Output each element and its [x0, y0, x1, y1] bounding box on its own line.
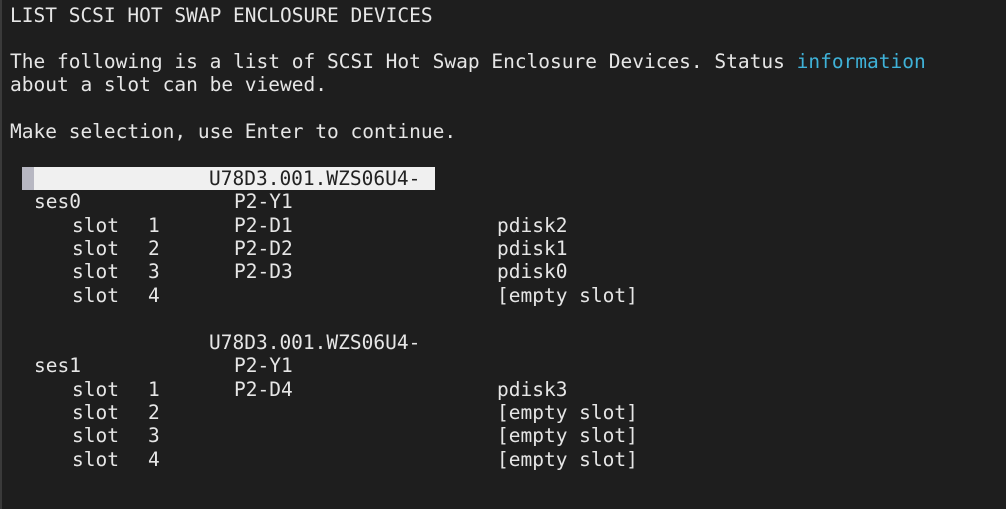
- slot-number: 1: [148, 214, 160, 237]
- slot-device: [empty slot]: [497, 284, 638, 307]
- slot-number: 2: [148, 401, 160, 424]
- information-link[interactable]: information: [797, 50, 926, 73]
- slot-number: 3: [148, 424, 160, 447]
- slot-label: slot: [72, 424, 119, 447]
- enclosure-0-location: U78D3.001.WZS06U4-: [209, 167, 421, 190]
- slot-label: slot: [72, 448, 119, 471]
- slot-location: P2-D3: [234, 260, 293, 283]
- description-line-2: about a slot can be viewed.: [10, 73, 327, 96]
- slot-location: P2-D1: [234, 214, 293, 237]
- terminal-window: LIST SCSI HOT SWAP ENCLOSURE DEVICES The…: [0, 0, 1006, 509]
- slot-label: slot: [72, 214, 119, 237]
- slot-number: 1: [148, 378, 160, 401]
- slot-location: P2-D2: [234, 237, 293, 260]
- slot-device: pdisk0: [497, 260, 568, 283]
- screen-title: LIST SCSI HOT SWAP ENCLOSURE DEVICES: [10, 4, 433, 27]
- slot-label: slot: [72, 237, 119, 260]
- slot-number: 4: [148, 448, 160, 471]
- slot-label: slot: [72, 284, 119, 307]
- enclosure-1-port: P2-Y1: [234, 354, 293, 377]
- enclosure-0-name[interactable]: ses0: [34, 190, 81, 213]
- enclosure-1-name[interactable]: ses1: [34, 354, 81, 377]
- instruction-text: Make selection, use Enter to continue.: [10, 120, 457, 143]
- slot-device: [empty slot]: [497, 424, 638, 447]
- slot-number: 2: [148, 237, 160, 260]
- slot-location: P2-D4: [234, 378, 293, 401]
- description-line-1: The following is a list of SCSI Hot Swap…: [10, 50, 926, 73]
- slot-device: [empty slot]: [497, 448, 638, 471]
- slot-number: 4: [148, 284, 160, 307]
- enclosure-0-port: P2-Y1: [234, 190, 293, 213]
- description-text: The following is a list of SCSI Hot Swap…: [10, 50, 797, 73]
- cursor-block: [22, 167, 34, 190]
- enclosure-0-selection-bar[interactable]: U78D3.001.WZS06U4-: [22, 167, 435, 190]
- slot-device: pdisk2: [497, 214, 568, 237]
- slot-device: pdisk3: [497, 378, 568, 401]
- slot-label: slot: [72, 378, 119, 401]
- slot-device: pdisk1: [497, 237, 568, 260]
- slot-label: slot: [72, 260, 119, 283]
- slot-label: slot: [72, 401, 119, 424]
- enclosure-1-location[interactable]: U78D3.001.WZS06U4-: [209, 331, 420, 354]
- slot-number: 3: [148, 260, 160, 283]
- slot-device: [empty slot]: [497, 401, 638, 424]
